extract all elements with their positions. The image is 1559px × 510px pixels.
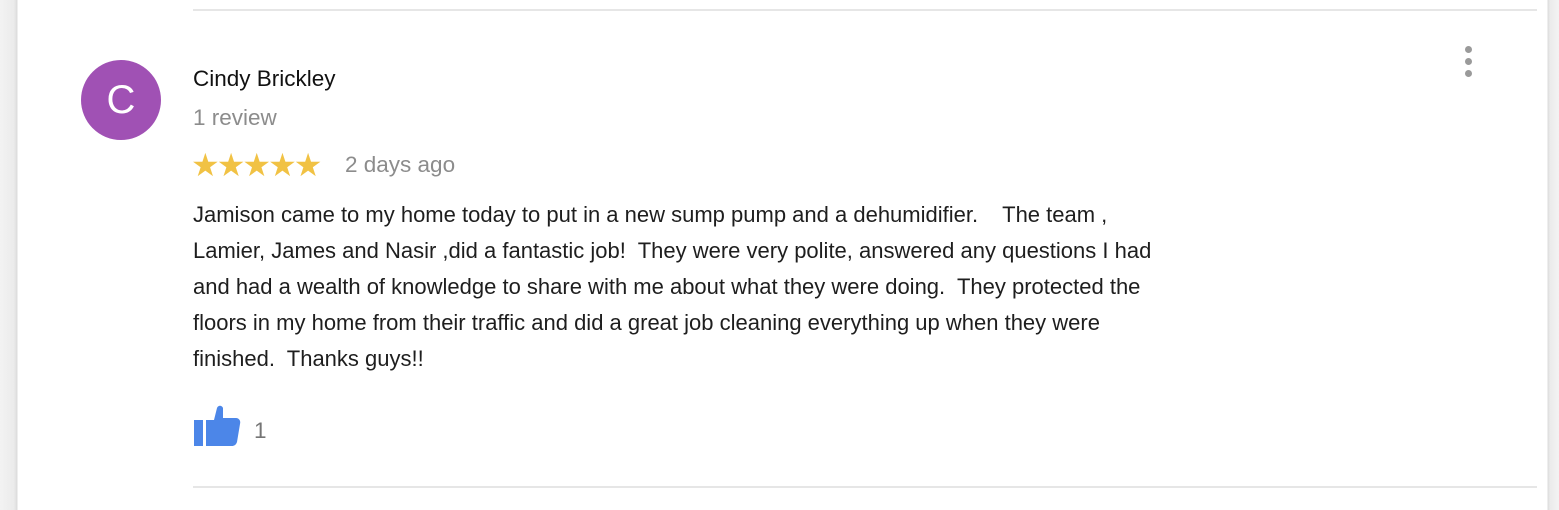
more-options-button[interactable] (1452, 44, 1486, 78)
divider-bottom (193, 486, 1537, 488)
star-icon: ★ (242, 147, 271, 183)
review-text: Jamison came to my home today to put in … (193, 202, 1152, 371)
more-vertical-icon-dot (1465, 70, 1472, 77)
star-icon: ★ (293, 147, 323, 183)
thumbs-up-icon (194, 405, 241, 446)
like-button[interactable] (192, 404, 242, 448)
like-count: 1 (254, 418, 267, 443)
reviewer-review-count[interactable]: 1 review (193, 105, 277, 131)
star-icon: ★ (191, 147, 220, 183)
card-left-shadow (0, 0, 18, 510)
reviewer-name[interactable]: Cindy Brickley (193, 66, 336, 92)
more-vertical-icon (1465, 46, 1472, 53)
star-rating: ★★★★★ (191, 147, 323, 183)
card-right-shadow (1547, 0, 1559, 510)
avatar[interactable]: C (81, 60, 161, 140)
divider-top (193, 9, 1537, 11)
star-icon: ★ (216, 147, 246, 183)
more-vertical-icon-dot (1465, 58, 1472, 65)
review-card: C Cindy Brickley 1 review ★★★★★ 2 days a… (0, 0, 1559, 510)
star-icon: ★ (268, 147, 297, 183)
review-date: 2 days ago (345, 152, 456, 177)
